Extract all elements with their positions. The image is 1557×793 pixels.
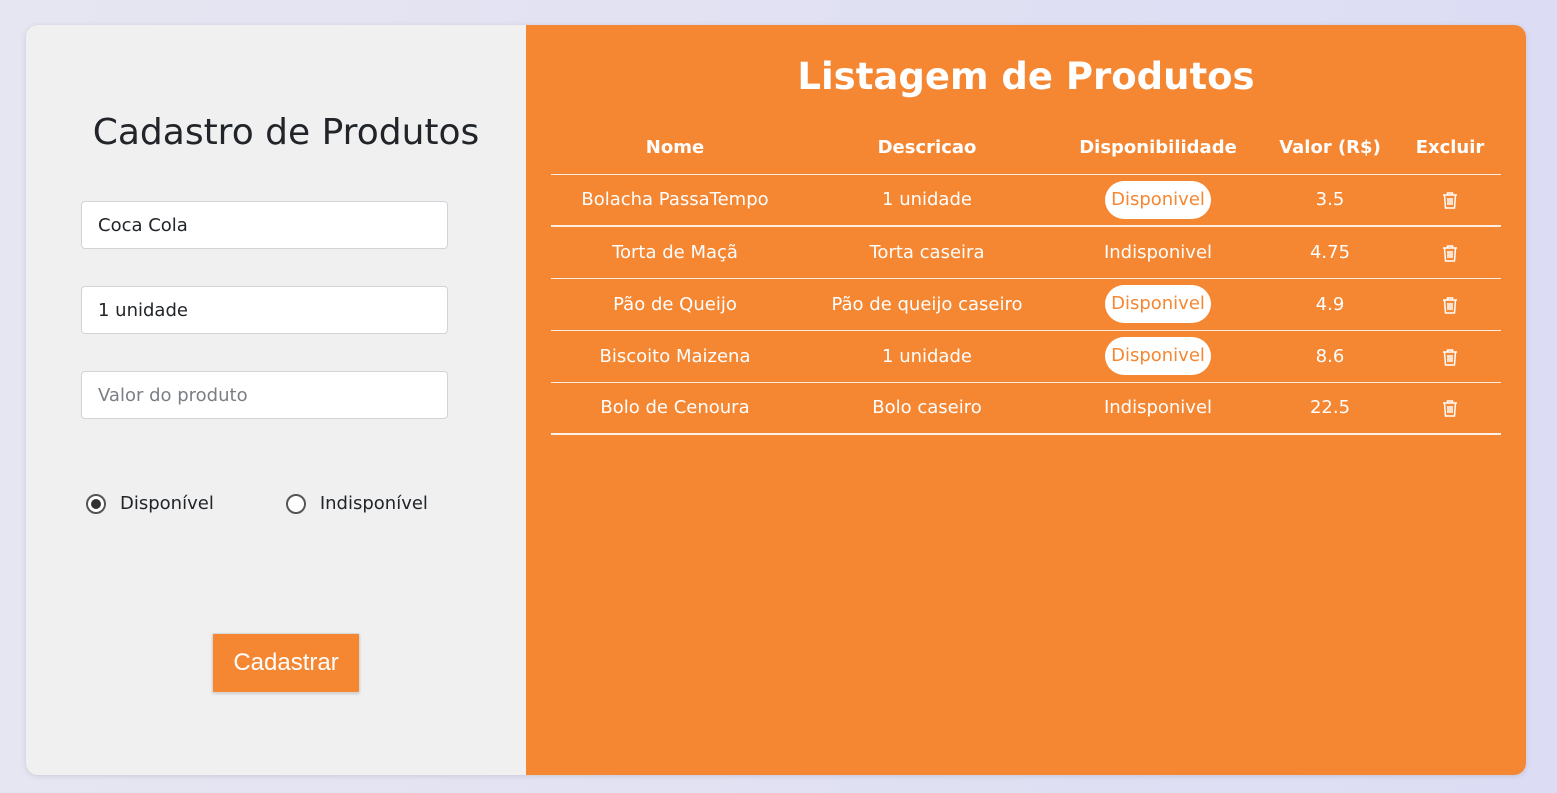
header-disponibilidade: Disponibilidade xyxy=(1055,122,1261,175)
cell-nome: Bolo de Cenoura xyxy=(551,382,799,435)
cell-excluir xyxy=(1399,278,1501,331)
cell-excluir xyxy=(1399,382,1501,435)
header-nome: Nome xyxy=(551,122,799,175)
trash-icon[interactable] xyxy=(1441,243,1459,263)
cell-excluir xyxy=(1399,226,1501,279)
cell-valor: 8.6 xyxy=(1261,330,1399,383)
radio-available-label: Disponível xyxy=(120,493,214,514)
trash-icon[interactable] xyxy=(1441,295,1459,315)
status-badge-available: Disponivel xyxy=(1105,180,1211,219)
cell-descricao: Torta caseira xyxy=(799,226,1055,279)
submit-button[interactable]: Cadastrar xyxy=(212,633,360,693)
cell-excluir xyxy=(1399,174,1501,227)
list-title: Listagem de Produtos xyxy=(797,55,1255,98)
cell-excluir xyxy=(1399,330,1501,383)
radio-unavailable[interactable]: Indisponível xyxy=(285,493,428,514)
header-valor: Valor (R$) xyxy=(1261,122,1399,175)
header-excluir: Excluir xyxy=(1399,122,1501,175)
status-text-unavailable: Indisponivel xyxy=(1103,241,1213,263)
table-header-row: Nome Descricao Disponibilidade Valor (R$… xyxy=(551,122,1501,175)
cell-nome: Torta de Maçã xyxy=(551,226,799,279)
trash-icon[interactable] xyxy=(1441,190,1459,210)
cell-nome: Biscoito Maizena xyxy=(551,330,799,383)
cell-descricao: Pão de queijo caseiro xyxy=(799,278,1055,331)
cell-descricao: Bolo caseiro xyxy=(799,382,1055,435)
radio-available-button[interactable] xyxy=(86,493,106,514)
product-description-input[interactable] xyxy=(81,286,448,334)
status-badge-available: Disponivel xyxy=(1105,337,1211,375)
form-title: Cadastro de Produtos xyxy=(92,112,480,153)
cell-valor: 4.75 xyxy=(1261,226,1399,279)
cell-disponibilidade: Indisponivel xyxy=(1055,382,1261,435)
app-card: Cadastro de Produtos Disponível Indispon… xyxy=(26,25,1526,775)
cell-disponibilidade: Disponivel xyxy=(1055,278,1261,331)
cell-disponibilidade: Disponivel xyxy=(1055,330,1261,383)
header-descricao: Descricao xyxy=(799,122,1055,175)
table-row: Bolacha PassaTempo 1 unidade Disponivel 3.5 xyxy=(551,174,1501,227)
cell-valor: 22.5 xyxy=(1261,382,1399,435)
cell-nome: Bolacha PassaTempo xyxy=(551,174,799,227)
cell-nome: Pão de Queijo xyxy=(551,278,799,331)
table-row: Biscoito Maizena 1 unidade Disponivel 8.6 xyxy=(551,330,1501,383)
radio-unavailable-label: Indisponível xyxy=(319,493,428,514)
product-price-input[interactable] xyxy=(81,371,448,419)
cell-disponibilidade: Indisponivel xyxy=(1055,226,1261,279)
table-row: Pão de Queijo Pão de queijo caseiro Dispon… xyxy=(551,278,1501,331)
radio-unavailable-button[interactable] xyxy=(285,493,306,514)
cell-disponibilidade: Disponivel xyxy=(1055,174,1261,227)
trash-icon[interactable] xyxy=(1441,398,1459,418)
cell-valor: 3.5 xyxy=(1261,174,1399,227)
cell-descricao: 1 unidade xyxy=(799,330,1055,383)
table-row: Torta de Maçã Torta caseira Indisponivel 4.… xyxy=(551,226,1501,279)
status-text-unavailable: Indisponivel xyxy=(1103,397,1213,419)
trash-icon[interactable] xyxy=(1441,347,1459,367)
cell-descricao: 1 unidade xyxy=(799,174,1055,227)
cell-valor: 4.9 xyxy=(1261,278,1399,331)
radio-available[interactable]: Disponível xyxy=(86,493,214,514)
product-form-panel: Cadastro de Produtos Disponível Indispon… xyxy=(26,25,526,775)
table-row: Bolo de Cenoura Bolo caseiro Indisponivel 2… xyxy=(551,382,1501,435)
product-list-panel: Listagem de Produtos Nome Descricao Disp… xyxy=(526,25,1526,775)
status-badge-available: Disponivel xyxy=(1105,285,1211,323)
availability-radio-group: Disponível Indisponível xyxy=(86,493,428,514)
products-table: Nome Descricao Disponibilidade Valor (R$… xyxy=(551,122,1501,435)
product-name-input[interactable] xyxy=(81,201,448,249)
